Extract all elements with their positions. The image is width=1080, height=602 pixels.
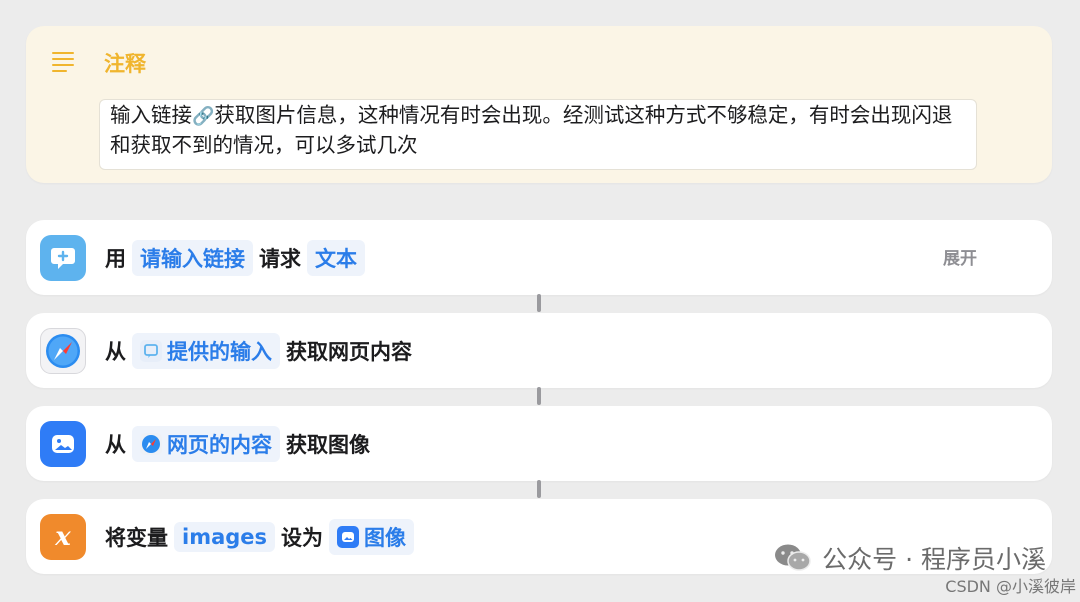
- action-verb: 请求: [259, 246, 301, 271]
- action-verb: 从: [105, 339, 126, 364]
- action-row: 从 网页的内容 获取图像: [105, 406, 370, 481]
- variable-name-parameter[interactable]: images: [174, 521, 276, 552]
- safari-mini-icon: [140, 432, 162, 455]
- comment-text-field[interactable]: 输入链接🔗获取图片信息，这种情况有时会出现。经测试这种方式不够稳定，有时会出现闪…: [99, 99, 977, 170]
- action-row: 将变量 images 设为 图像: [105, 499, 415, 574]
- action-verb: 将变量: [105, 525, 168, 550]
- provided-input-parameter[interactable]: 提供的输入: [132, 332, 280, 369]
- comment-text-part2: 获取图片信息，这种情况有时会出现。经测试这种方式不够稳定，有时会出现闪退和获取不…: [110, 103, 953, 157]
- input-type-parameter[interactable]: 文本: [307, 239, 365, 276]
- action-verb: 用: [105, 246, 126, 271]
- action-verb: 设为: [281, 525, 324, 550]
- action-row: 用 请输入链接 请求 文本: [105, 220, 365, 295]
- prompt-parameter[interactable]: 请输入链接: [132, 239, 253, 276]
- comment-text-part1: 输入链接: [110, 103, 192, 127]
- watermark: 公众号 · 程序员小溪: [774, 540, 1046, 576]
- image-mini-icon: [337, 525, 360, 548]
- watermark-text: 公众号 · 程序员小溪: [822, 545, 1046, 574]
- comment-title: 注释: [104, 52, 146, 76]
- ask-for-input-icon: [40, 235, 86, 281]
- webpage-contents-parameter[interactable]: 网页的内容: [132, 425, 280, 462]
- get-images-action[interactable]: 从 网页的内容 获取图像: [26, 406, 1052, 481]
- variable-x-icon: x: [40, 514, 86, 560]
- comment-action-card[interactable]: 注释 输入链接🔗获取图片信息，这种情况有时会出现。经测试这种方式不够稳定，有时会…: [26, 26, 1052, 183]
- expand-button[interactable]: 展开: [943, 244, 977, 269]
- flow-connector: [537, 387, 541, 405]
- images-variable-parameter[interactable]: 图像: [329, 518, 415, 555]
- csdn-watermark: CSDN @小溪彼岸: [945, 577, 1076, 596]
- safari-icon: [40, 328, 86, 374]
- text-lines-icon: [52, 52, 74, 72]
- wechat-icon: [774, 543, 812, 573]
- get-webpage-contents-action[interactable]: 从 提供的输入 获取网页内容: [26, 313, 1052, 388]
- action-verb: 从: [105, 432, 126, 457]
- flow-connector: [537, 294, 541, 312]
- ask-for-input-action[interactable]: 用 请输入链接 请求 文本 展开: [26, 220, 1052, 295]
- link-icon: 🔗: [192, 106, 215, 127]
- action-row: 从 提供的输入 获取网页内容: [105, 313, 412, 388]
- image-icon: [40, 421, 86, 467]
- ask-for-input-mini-icon: [140, 339, 162, 362]
- flow-connector: [537, 480, 541, 498]
- action-verb: 获取网页内容: [286, 339, 412, 364]
- action-verb: 获取图像: [286, 432, 370, 457]
